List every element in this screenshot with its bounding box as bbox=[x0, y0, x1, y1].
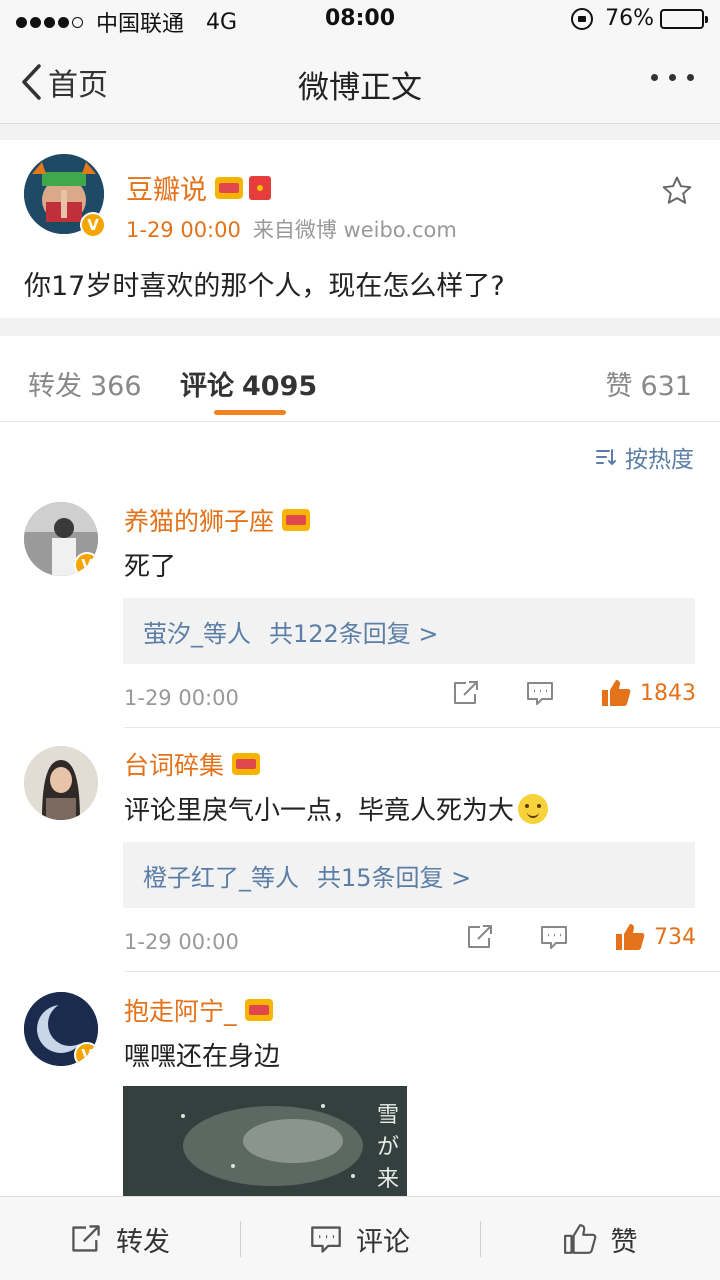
comment-label: 评论 bbox=[356, 1226, 410, 1258]
more-dot bbox=[651, 74, 658, 81]
comment-text: 嘿嘿还在身边 bbox=[124, 1042, 281, 1072]
commenter-name[interactable]: 养猫的狮子座 bbox=[124, 502, 274, 538]
comment-divider bbox=[124, 971, 720, 972]
sort-by-heat-button[interactable]: 按热度 bbox=[595, 440, 694, 474]
thumbs-up-icon bbox=[616, 924, 645, 950]
like-comment-button[interactable]: 734 bbox=[614, 922, 696, 952]
vip-crown-icon bbox=[232, 753, 261, 775]
post-text: 你17岁时喜欢的那个人，现在怎么样了? bbox=[24, 271, 505, 302]
avatar-image bbox=[24, 746, 98, 820]
red-envelope-icon bbox=[249, 175, 271, 200]
tab-comment-label: 评论 bbox=[180, 371, 234, 402]
commenter-avatar[interactable] bbox=[24, 746, 98, 820]
more-dot bbox=[687, 74, 694, 81]
more-options-button[interactable] bbox=[640, 74, 694, 81]
reply-users: 萤汐_等人 bbox=[143, 620, 251, 648]
rotation-lock-icon bbox=[571, 7, 594, 30]
verified-badge-icon: V bbox=[74, 552, 98, 576]
tab-like[interactable]: 赞 631 bbox=[605, 364, 692, 403]
image-caption: 雪が来 bbox=[376, 1103, 399, 1192]
tab-comment-count: 4095 bbox=[242, 371, 318, 402]
tab-repost[interactable]: 转发 366 bbox=[28, 364, 142, 403]
comment-divider bbox=[124, 727, 720, 728]
like-button[interactable]: 赞 bbox=[480, 1197, 720, 1280]
status-bar: 中国联通 4G 08:00 76% bbox=[0, 0, 720, 40]
share-icon bbox=[468, 925, 492, 948]
comment-button[interactable]: 评论 bbox=[240, 1197, 480, 1280]
like-count: 734 bbox=[654, 924, 696, 950]
replies-preview[interactable]: 萤汐_等人 共122条回复 > bbox=[123, 598, 695, 664]
tab-like-label: 赞 bbox=[605, 371, 633, 402]
reply-count: 共15条回复 > bbox=[317, 864, 472, 892]
repost-comment-button[interactable] bbox=[452, 680, 480, 706]
active-tab-indicator bbox=[214, 410, 286, 415]
star-icon bbox=[662, 176, 692, 204]
post-tabs: 转发 366 评论 4095 赞 631 bbox=[0, 336, 720, 422]
comment-text: 死了 bbox=[124, 552, 177, 582]
tab-repost-label: 转发 bbox=[28, 371, 82, 402]
like-label: 赞 bbox=[610, 1226, 638, 1258]
vip-crown-icon bbox=[244, 999, 273, 1021]
comment-image[interactable]: 雪が来 bbox=[123, 1086, 407, 1196]
navigation-bar: 首页 微博正文 bbox=[0, 40, 720, 124]
comments-section: 转发 366 评论 4095 赞 631 按热度 V 养猫的狮子座 死了 萤汐_等人共… bbox=[0, 336, 720, 1196]
like-comment-button[interactable]: 1843 bbox=[600, 678, 696, 708]
page-title: 微博正文 bbox=[298, 70, 422, 106]
comment-date: 1-29 00:00 bbox=[124, 686, 239, 710]
battery-percent: 76% bbox=[605, 6, 654, 31]
share-icon bbox=[72, 1225, 100, 1252]
share-icon bbox=[454, 681, 478, 704]
post-author-name[interactable]: 豆瓣说 bbox=[126, 168, 207, 207]
tab-repost-count: 366 bbox=[90, 371, 142, 402]
verified-badge-icon: V bbox=[74, 1042, 98, 1066]
reply-count: 共122条回复 > bbox=[269, 620, 439, 648]
verified-badge-icon: V bbox=[80, 212, 106, 238]
repost-label: 转发 bbox=[116, 1226, 170, 1258]
reply-users: 橙子红了_等人 bbox=[143, 864, 299, 892]
bottom-action-bar: 转发 评论 赞 bbox=[0, 1196, 720, 1280]
repost-button[interactable]: 转发 bbox=[0, 1197, 240, 1280]
weibo-post: V 豆瓣说 1-29 00:00 来自微博 weibo.com 你17岁时喜欢的那… bbox=[0, 140, 720, 318]
commenter-name[interactable]: 台词碎集 bbox=[124, 746, 224, 782]
tab-like-count: 631 bbox=[640, 371, 692, 402]
commenter-name[interactable]: 抱走阿宁_ bbox=[124, 992, 237, 1028]
post-date: 1-29 00:00 bbox=[126, 218, 241, 242]
favorite-button[interactable] bbox=[660, 174, 694, 212]
vip-crown-icon bbox=[282, 509, 311, 531]
repost-comment-button[interactable] bbox=[466, 924, 494, 950]
shrug-emoji-icon bbox=[518, 793, 549, 824]
comment-footer: 1-29 00:00 734 bbox=[124, 922, 696, 962]
comment-text: 评论里戾气小一点，毕竟人死为大 bbox=[124, 796, 515, 826]
reply-comment-button[interactable] bbox=[526, 680, 554, 706]
battery-icon bbox=[660, 8, 708, 29]
snow-scene-image bbox=[123, 1086, 407, 1196]
comment-icon bbox=[541, 926, 567, 949]
comment-footer: 1-29 00:00 1843 bbox=[124, 678, 696, 718]
like-count: 1843 bbox=[640, 680, 696, 706]
commenter-avatar[interactable]: V bbox=[24, 992, 98, 1066]
thumbs-up-icon bbox=[563, 1224, 596, 1254]
comment-icon bbox=[527, 682, 553, 705]
post-meta: 1-29 00:00 来自微博 weibo.com bbox=[126, 214, 457, 244]
vip-crown-icon bbox=[215, 176, 243, 199]
replies-preview[interactable]: 橙子红了_等人 共15条回复 > bbox=[123, 842, 695, 908]
sort-label: 按热度 bbox=[625, 447, 694, 473]
sort-icon bbox=[596, 449, 616, 465]
tab-comment[interactable]: 评论 4095 bbox=[180, 364, 317, 403]
comment-date: 1-29 00:00 bbox=[124, 930, 239, 954]
post-source: 来自微博 weibo.com bbox=[252, 218, 457, 242]
more-dot bbox=[669, 74, 676, 81]
thumbs-up-icon bbox=[602, 680, 631, 706]
comment-icon bbox=[311, 1226, 341, 1253]
commenter-avatar[interactable]: V bbox=[24, 502, 98, 576]
reply-comment-button[interactable] bbox=[540, 924, 568, 950]
